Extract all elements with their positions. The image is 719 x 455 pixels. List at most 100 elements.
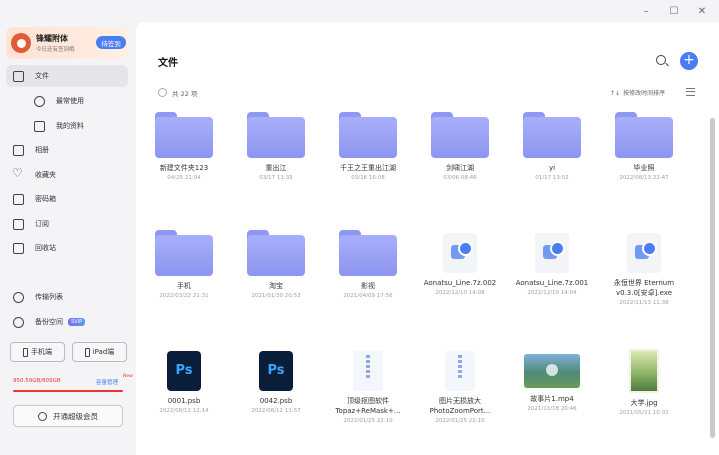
file-name: 顶级抠图软件 Topaz+ReMask+... <box>335 397 401 415</box>
sidebar-item-files[interactable]: 文件 <box>6 65 128 87</box>
user-card[interactable]: 锋耀附体 今日还有签到哦 待签到 <box>6 27 128 59</box>
photoshop-icon: Ps <box>167 351 201 391</box>
app-window: – ☐ ✕ 锋耀附体 今日还有签到哦 待签到 文件 最常使用 我的资料 相册 收… <box>0 0 719 455</box>
sidebar-item-transfer[interactable]: 传输列表 <box>6 286 128 308</box>
folder-icon <box>247 112 305 158</box>
close-button[interactable]: ✕ <box>695 6 709 17</box>
upgrade-label: 开通超级会员 <box>53 411 98 421</box>
checkin-button[interactable]: 待签到 <box>96 36 126 49</box>
sidebar-item-album[interactable]: 相册 <box>6 139 128 161</box>
file-item[interactable]: 新建文件夹123 04/25 21:04 <box>144 112 224 181</box>
search-icon[interactable] <box>656 55 666 65</box>
sidebar-item-label: 最常使用 <box>56 97 84 105</box>
file-item[interactable]: 图片无损放大 PhotoZoomPort... 2022/01/25 22:10 <box>420 348 500 424</box>
folder-icon <box>431 112 489 158</box>
sidebar-item-my-data[interactable]: 我的资料 <box>6 115 128 137</box>
file-item[interactable]: yi 01/17 13:02 <box>512 112 592 181</box>
file-icon <box>443 233 477 273</box>
add-button[interactable]: + <box>680 52 698 70</box>
file-name: 影视 <box>361 282 375 290</box>
file-date: 2022/08/13 22:47 <box>619 175 669 181</box>
document-icon <box>34 120 45 132</box>
new-badge: New <box>123 374 133 379</box>
file-name: 重出江 <box>265 164 287 172</box>
folder-icon <box>155 230 213 276</box>
file-item[interactable]: 大学.jpg 2021/05/21 10:02 <box>604 348 684 416</box>
file-date: 2021/11/18 20:46 <box>527 406 577 412</box>
file-item[interactable]: 重出江 03/17 11:35 <box>236 112 316 181</box>
file-name: 淘宝 <box>269 282 283 290</box>
file-date: 01/17 13:02 <box>535 175 569 181</box>
folder-icon <box>339 112 397 158</box>
file-item[interactable]: 毕业照 2022/08/13 22:47 <box>604 112 684 181</box>
file-name: 故事片1.mp4 <box>530 395 574 403</box>
file-name: 手机 <box>177 282 191 290</box>
sidebar-item-recent[interactable]: 最常使用 <box>6 90 128 112</box>
file-date: 2021/04/09 17:56 <box>343 293 393 299</box>
sidebar-item-label: 回收站 <box>35 244 56 252</box>
phone-client-button[interactable]: 手机端 <box>10 342 65 362</box>
item-count: 共 22 项 <box>172 90 198 98</box>
maximize-button[interactable]: ☐ <box>667 6 681 17</box>
cloud-icon <box>13 316 24 328</box>
sidebar-item-label: 备份空间 <box>35 318 63 326</box>
file-item[interactable]: 影视 2021/04/09 17:56 <box>328 230 408 299</box>
main-panel: 文件 + 共 22 项 按修改时间排序 新建文件夹123 04/25 21:04 重… <box>136 22 719 455</box>
sidebar-item-password-box[interactable]: 密码箱 <box>6 188 128 210</box>
file-item[interactable]: 故事片1.mp4 2021/11/18 20:46 <box>512 348 592 412</box>
file-date: 03/17 11:35 <box>259 175 293 181</box>
title-bar: – ☐ ✕ <box>0 0 719 22</box>
sidebar-item-favorites[interactable]: 收藏夹 <box>6 164 128 186</box>
sidebar-item-label: 密码箱 <box>35 195 56 203</box>
video-thumbnail <box>524 354 580 388</box>
file-item[interactable]: 淘宝 2021/01/30 20:53 <box>236 230 316 299</box>
capacity-manage-link[interactable]: 容量管理 <box>96 378 118 386</box>
sort-button[interactable]: 按修改时间排序 <box>610 88 665 97</box>
bookmark-icon <box>13 218 24 230</box>
heart-icon <box>12 166 24 181</box>
file-item[interactable]: 剑啸江湖 03/06 08:46 <box>420 112 500 181</box>
file-date: 2022/08/12 12:14 <box>159 408 209 414</box>
ipad-client-button[interactable]: iPad端 <box>72 342 127 362</box>
file-date: 2022/11/13 11:38 <box>619 300 669 306</box>
sidebar-item-subscribe[interactable]: 订阅 <box>6 213 128 235</box>
sidebar: 锋耀附体 今日还有签到哦 待签到 文件 最常使用 我的资料 相册 收藏夹 密码箱… <box>0 22 136 455</box>
view-toggle-icon[interactable] <box>686 88 695 96</box>
file-date: 2022/01/25 22:10 <box>435 418 485 424</box>
file-name: 0001.psb <box>167 397 201 405</box>
minimize-button[interactable]: – <box>639 6 653 17</box>
file-name: 大学.jpg <box>630 399 658 407</box>
file-item[interactable]: Ps 0001.psb 2022/08/12 12:14 <box>144 348 224 414</box>
image-icon <box>13 144 24 156</box>
file-date: 03/06 08:46 <box>443 175 477 181</box>
zip-icon <box>445 351 475 391</box>
upgrade-vip-button[interactable]: 开通超级会员 <box>13 405 123 427</box>
file-item[interactable]: 手机 2022/03/22 21:31 <box>144 230 224 299</box>
file-date: 2021/01/30 20:53 <box>251 293 301 299</box>
storage-usage: 950.59GB/809GB <box>13 378 61 384</box>
page-title: 文件 <box>158 58 178 69</box>
sidebar-item-label: 收藏夹 <box>35 171 56 179</box>
ipad-client-label: iPad端 <box>92 348 115 356</box>
file-name: 毕业照 <box>633 164 655 172</box>
phone-icon <box>23 347 28 357</box>
file-item[interactable]: Aonatsu_Line.7z.001 2022/12/10 14:04 <box>512 230 592 296</box>
folder-icon <box>339 230 397 276</box>
file-item[interactable]: 千王之王重出江湖 03/16 16:08 <box>328 112 408 181</box>
transfer-icon <box>13 291 24 303</box>
file-item[interactable]: 顶级抠图软件 Topaz+ReMask+... 2022/01/25 22:10 <box>328 348 408 424</box>
folder-icon <box>615 112 673 158</box>
file-name: 剑啸江湖 <box>446 164 474 172</box>
file-name: yi <box>548 164 556 172</box>
file-item[interactable]: Ps 0042.psb 2022/08/12 11:57 <box>236 348 316 414</box>
file-item[interactable]: Aonatsu_Line.7z.002 2022/12/10 14:08 <box>420 230 500 296</box>
scrollbar[interactable] <box>710 118 715 438</box>
sidebar-item-backup[interactable]: 备份空间 SVIP <box>6 311 128 333</box>
file-name: Aonatsu_Line.7z.001 <box>515 279 589 287</box>
select-all-checkbox[interactable] <box>158 88 167 97</box>
avatar[interactable] <box>11 33 31 53</box>
file-item[interactable]: 永恒世界 Eternum v0.3.0[安卓].exe 2022/11/13 11… <box>604 230 684 306</box>
user-subtitle: 今日还有签到哦 <box>36 47 75 53</box>
file-date: 2022/03/22 21:31 <box>159 293 209 299</box>
sidebar-item-recycle[interactable]: 回收站 <box>6 237 128 259</box>
